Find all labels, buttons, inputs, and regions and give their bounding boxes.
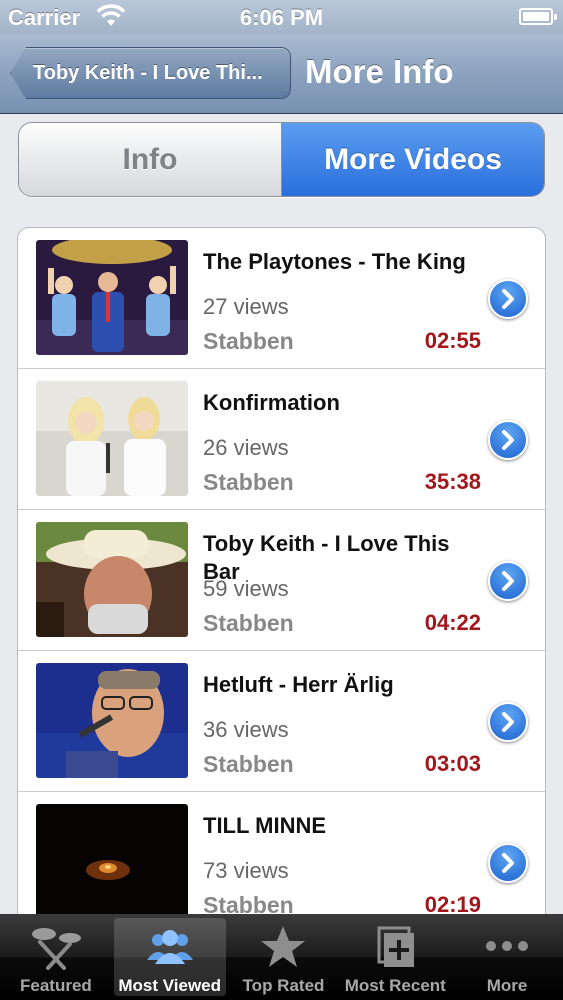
video-author: Stabben — [203, 610, 294, 636]
video-row[interactable]: Konfirmation 26 views Stabben 35:38 — [18, 369, 545, 510]
video-row[interactable]: Hetluft - Herr Ärlig 36 views Stabben 03… — [18, 651, 545, 792]
tab-label: Top Rated — [242, 976, 325, 995]
segment-more-videos[interactable]: More Videos — [282, 123, 544, 196]
video-duration: 02:55 — [424, 328, 481, 353]
video-duration: 04:22 — [424, 610, 481, 635]
video-views: 73 views — [203, 858, 289, 883]
clock: 6:06 PM — [239, 5, 324, 30]
tab-more[interactable]: More — [451, 914, 563, 1000]
navigation-bar: Toby Keith - I Love Thi... More Info — [0, 34, 563, 114]
detail-disclosure-icon[interactable] — [488, 420, 528, 460]
video-thumbnail — [36, 240, 188, 355]
detail-disclosure-icon[interactable] — [488, 843, 528, 883]
detail-disclosure-icon[interactable] — [488, 561, 528, 601]
tab-label: Most Viewed — [118, 976, 222, 995]
tab-featured[interactable]: Featured — [0, 914, 112, 1000]
back-button[interactable]: Toby Keith - I Love Thi... — [10, 47, 291, 99]
segmented-control: Info More Videos — [18, 122, 545, 197]
video-duration: 35:38 — [424, 469, 481, 494]
video-row[interactable]: The Playtones - The King 27 views Stabbe… — [18, 228, 545, 369]
battery-icon — [519, 8, 557, 25]
video-row[interactable]: Toby Keith - I Love This Bar 59 views St… — [18, 510, 545, 651]
video-views: 26 views — [203, 435, 289, 460]
video-thumbnail — [36, 381, 188, 496]
video-thumbnail — [36, 804, 188, 919]
people-icon — [146, 930, 193, 964]
video-duration: 03:03 — [424, 751, 481, 776]
video-title: Hetluft - Herr Ärlig — [203, 672, 394, 697]
video-views: 36 views — [203, 717, 289, 742]
video-author: Stabben — [203, 328, 294, 354]
video-list: The Playtones - The King 27 views Stabbe… — [17, 227, 546, 927]
segment-info[interactable]: Info — [19, 123, 282, 196]
video-thumbnail — [36, 522, 188, 637]
detail-disclosure-icon[interactable] — [488, 279, 528, 319]
detail-disclosure-icon[interactable] — [488, 702, 528, 742]
video-views: 27 views — [203, 294, 289, 319]
tab-bar: Featured Most Viewed Top Rated Most Rece… — [0, 914, 563, 1000]
tab-label: Most Recent — [344, 976, 446, 995]
recent-icon — [377, 926, 415, 967]
video-title: The Playtones - The King — [203, 249, 466, 274]
video-thumbnail — [36, 663, 188, 778]
tab-label: Featured — [20, 976, 92, 995]
tab-label: More — [486, 976, 528, 995]
star-icon — [261, 926, 306, 967]
video-views: 59 views — [203, 576, 289, 601]
more-dots-icon — [486, 941, 529, 951]
video-author: Stabben — [203, 751, 294, 777]
video-row[interactable]: TILL MINNE 73 views Stabben 02:19 — [18, 792, 545, 926]
tab-top-rated[interactable]: Top Rated — [228, 914, 340, 1000]
featured-icon — [31, 928, 81, 970]
video-title: TILL MINNE — [203, 813, 327, 838]
tab-most-recent[interactable]: Most Recent — [339, 914, 451, 1000]
video-author: Stabben — [203, 469, 294, 495]
tab-most-viewed[interactable]: Most Viewed — [113, 918, 226, 996]
video-title: Konfirmation — [203, 390, 340, 415]
status-bar: Carrier 6:06 PM — [0, 0, 563, 34]
page-title: More Info — [305, 53, 454, 90]
